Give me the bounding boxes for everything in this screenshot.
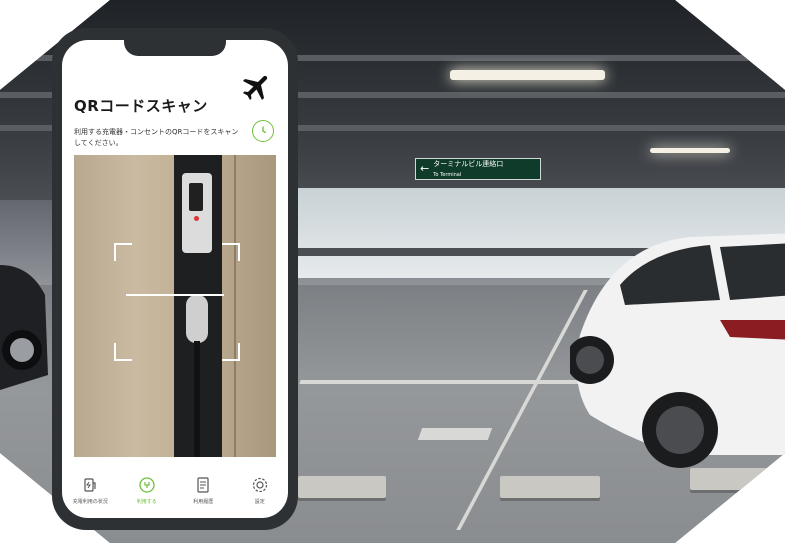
- scan-frame-corner: [222, 243, 240, 261]
- phone-mockup: QRコードスキャン 利用する充電器・コンセントのQRコードをスキャンしてください…: [52, 28, 298, 530]
- sign-text: ターミナルビル連絡口: [433, 159, 504, 168]
- tab-label: 利用履歴: [193, 499, 214, 505]
- promo-image: ← ターミナルビル連絡口 To Terminal QRコードスキャン 利用する充…: [0, 0, 785, 543]
- white-car: [570, 233, 785, 468]
- wheel-stop: [298, 476, 386, 498]
- camera-viewfinder[interactable]: [74, 155, 276, 457]
- receipt-icon: [197, 477, 209, 493]
- wheel-stop: [500, 476, 600, 498]
- floor-arrow: [417, 428, 493, 440]
- charging-station-icon: [84, 478, 96, 492]
- scan-frame-corner: [222, 343, 240, 361]
- plug-leaf-icon: [139, 477, 155, 493]
- scan-frame-corner: [114, 243, 132, 261]
- scan-frame-corner: [114, 343, 132, 361]
- gear-icon: [252, 477, 267, 493]
- phone-notch: [124, 40, 226, 56]
- tab-use[interactable]: 利用する: [122, 470, 172, 518]
- left-arrow-icon: ←: [420, 162, 430, 175]
- bottom-tab-bar: 充電利用の状況 利用する 利用履歴 設定: [62, 470, 288, 518]
- tab-label: 利用する: [136, 499, 157, 505]
- wall-seam: [234, 155, 236, 457]
- instruction-text: 利用する充電器・コンセントのQRコードをスキャンしてください。: [74, 128, 239, 147]
- scan-line: [126, 294, 224, 296]
- dark-car: [0, 265, 48, 390]
- app-screen: QRコードスキャン 利用する充電器・コンセントのQRコードをスキャンしてください…: [62, 40, 288, 518]
- charger-display: [189, 183, 203, 211]
- page-title: QRコードスキャン: [74, 97, 208, 115]
- tab-history[interactable]: 利用履歴: [178, 470, 228, 518]
- tab-label: 充電利用の状況: [72, 499, 108, 505]
- tab-settings[interactable]: 設定: [235, 470, 285, 518]
- airplane-icon: [242, 75, 268, 101]
- history-icon[interactable]: [252, 120, 274, 142]
- ev-charger: [182, 173, 212, 253]
- charger-indicator: [194, 216, 199, 221]
- charging-cable: [194, 341, 200, 457]
- sign-subtext: To Terminal: [433, 171, 462, 178]
- ceiling-light: [450, 70, 605, 80]
- ceiling-light: [650, 148, 730, 153]
- tab-charging-status[interactable]: 充電利用の状況: [65, 470, 115, 518]
- direction-sign: ← ターミナルビル連絡口 To Terminal: [415, 158, 541, 180]
- tab-label: 設定: [254, 499, 265, 505]
- charging-plug: [186, 295, 208, 343]
